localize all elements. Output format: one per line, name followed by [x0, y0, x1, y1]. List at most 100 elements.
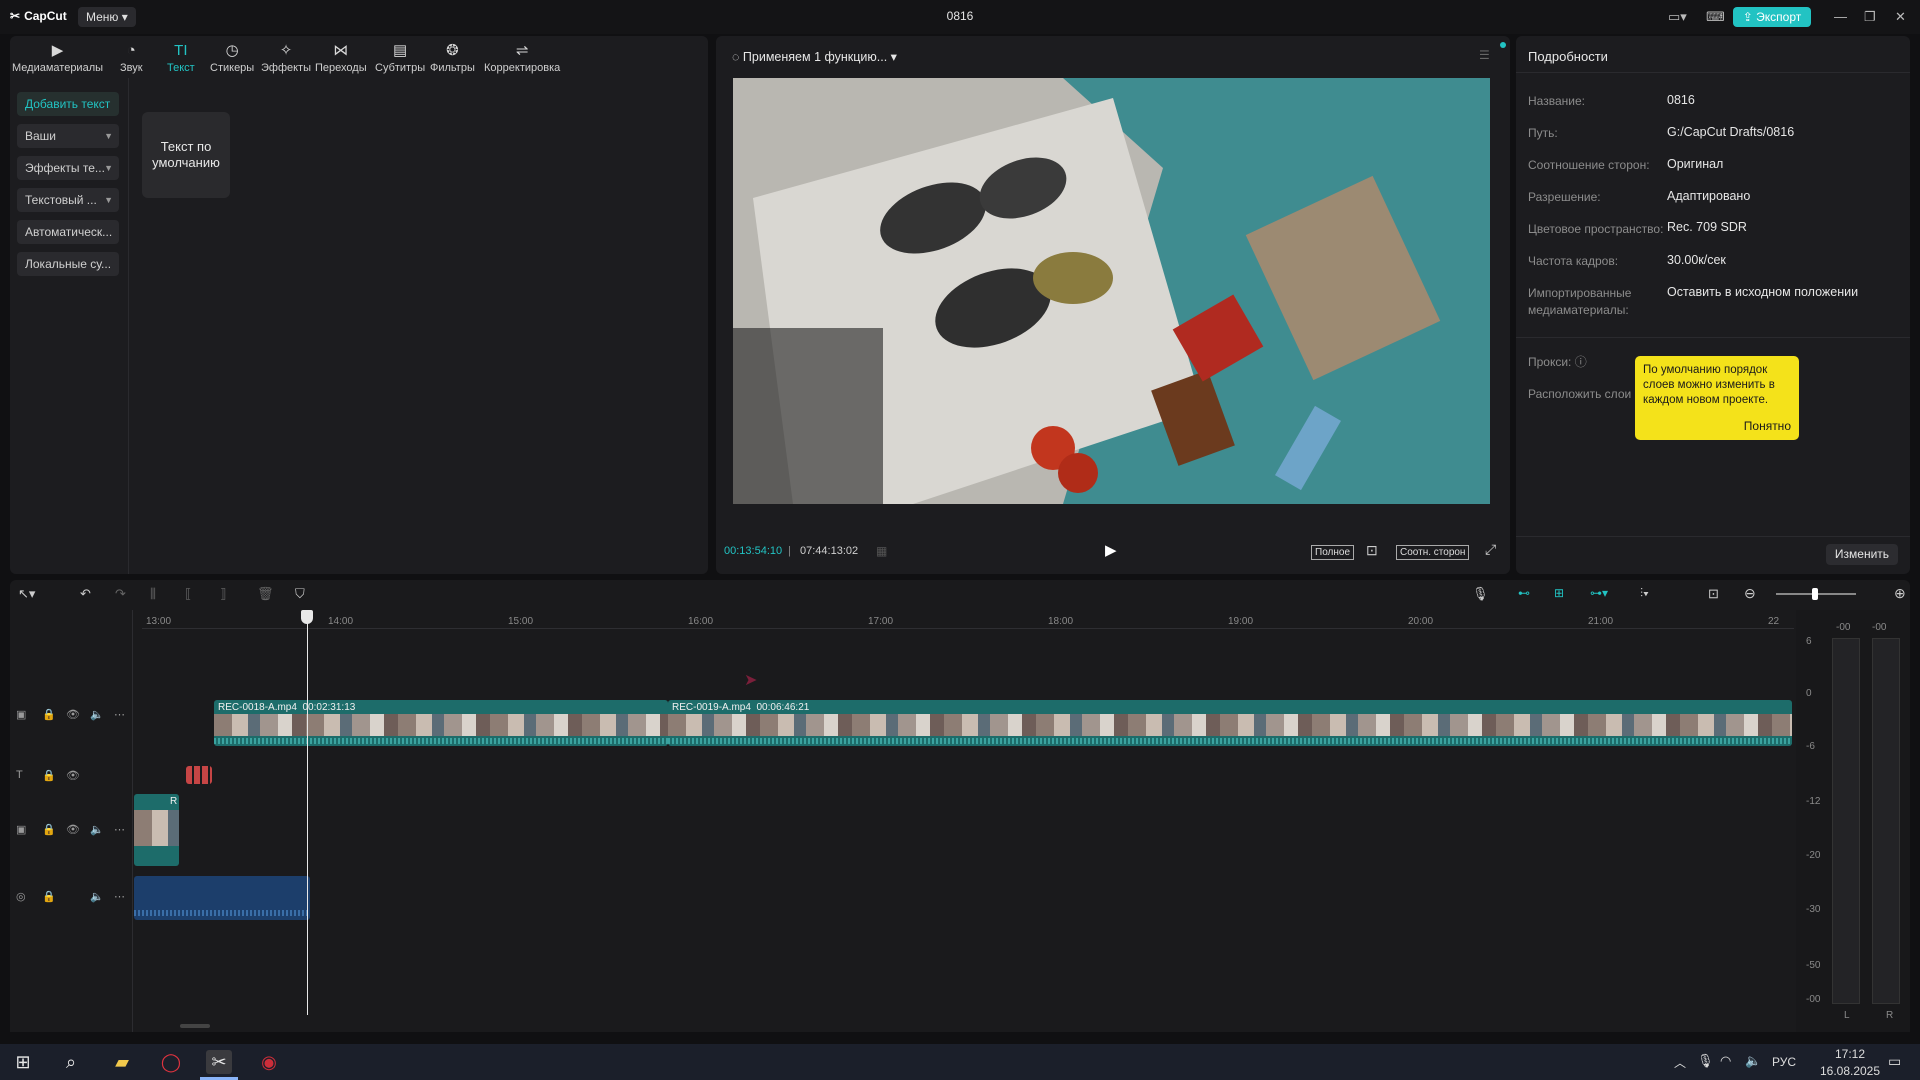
text-clip[interactable]: [186, 766, 212, 784]
overlay-clip[interactable]: R: [134, 794, 179, 866]
info-icon[interactable]: ⓘ: [1575, 355, 1587, 369]
windows-start-icon[interactable]: ⊞: [10, 1050, 36, 1074]
more-icon[interactable]: ⋯: [114, 890, 125, 903]
lock-icon[interactable]: 🔒: [42, 708, 56, 721]
video-clip[interactable]: REC-0019-A.mp4 00:06:46:21: [668, 700, 1792, 746]
tab-label: Эффекты: [261, 62, 312, 74]
tab-stickers[interactable]: ◷ Стикеры: [210, 42, 254, 74]
full-quality-button[interactable]: Полное: [1311, 545, 1355, 560]
vu-scale-label: -6: [1806, 741, 1815, 752]
timecode-grid-icon[interactable]: ▦: [876, 544, 887, 558]
playhead[interactable]: [307, 610, 308, 1015]
notifications-icon[interactable]: ▭: [1888, 1053, 1901, 1070]
detail-value: Rec. 709 SDR: [1667, 220, 1747, 234]
clip-duration: 00:02:31:13: [302, 702, 356, 713]
fit-timeline-icon[interactable]: ⊡: [1708, 586, 1719, 602]
main-track-magnet-icon[interactable]: ⊷: [1518, 586, 1530, 600]
clip-name: REC-0019-A.mp4: [672, 702, 751, 713]
clip-label: R: [170, 796, 178, 807]
sidebar-item-yours[interactable]: Ваши ▼: [17, 124, 119, 148]
speaker-icon[interactable]: 🔈: [90, 823, 104, 836]
video-clip[interactable]: REC-0018-A.mp4 00:02:31:13: [214, 700, 668, 746]
audio-clip[interactable]: [134, 876, 310, 920]
minimize-icon[interactable]: —: [1834, 9, 1847, 24]
processing-status[interactable]: ◌ Применяем 1 функцию... ▾: [732, 49, 897, 64]
current-time: 00:13:54:10: [724, 545, 783, 557]
tooltip-ok-button[interactable]: Понятно: [1744, 419, 1791, 434]
eye-icon[interactable]: 👁: [66, 769, 80, 782]
close-icon[interactable]: ✕: [1895, 9, 1906, 25]
cover-icon[interactable]: ▣: [16, 708, 26, 721]
sidebar-item-text-templates[interactable]: Текстовый ... ▼: [17, 188, 119, 212]
tab-audio[interactable]: ◔ Звук: [120, 42, 143, 74]
sidebar-item-auto-captions[interactable]: Автоматическ...: [17, 220, 119, 244]
microphone-icon[interactable]: 🎙: [1472, 586, 1489, 602]
tab-text[interactable]: TI Текст: [167, 42, 195, 74]
speaker-icon[interactable]: 🔈: [90, 890, 104, 903]
snapshot-icon[interactable]: ⊡: [1366, 542, 1378, 559]
default-text-card[interactable]: Текст по умолчанию: [142, 112, 230, 198]
tab-transitions[interactable]: ⋈ Переходы: [315, 42, 367, 74]
tray-chevron-icon[interactable]: ︿: [1674, 1054, 1686, 1071]
layout-icon[interactable]: ▭▾: [1668, 9, 1687, 25]
sidebar-item-add-text[interactable]: Добавить текст: [17, 92, 119, 116]
more-icon[interactable]: ⋯: [114, 708, 125, 721]
tab-media[interactable]: ▶ Медиаматериалы: [12, 42, 103, 74]
speaker-icon[interactable]: 🔈: [90, 708, 104, 721]
file-explorer-icon[interactable]: ▰: [109, 1050, 135, 1074]
capcut-icon[interactable]: ✂: [206, 1050, 232, 1074]
opera-icon[interactable]: ◯: [158, 1050, 184, 1074]
zoom-out-icon[interactable]: ⊖: [1744, 585, 1756, 602]
redo-icon[interactable]: ↷: [115, 586, 126, 602]
export-button[interactable]: ⇪ Экспорт: [1733, 7, 1811, 27]
fullscreen-icon[interactable]: ⤢: [1485, 541, 1496, 558]
split-left-icon[interactable]: ⟦: [185, 586, 191, 602]
linkage-icon[interactable]: ⊶▾: [1590, 586, 1608, 600]
tab-adjust[interactable]: ⇌ Корректировка: [484, 42, 560, 74]
ruler-label: 14:00: [328, 616, 354, 627]
detail-label: Импортированные медиаматериалы:: [1528, 286, 1632, 317]
sidebar-item-local-subtitles[interactable]: Локальные су...: [17, 252, 119, 276]
network-icon[interactable]: ◠: [1720, 1053, 1731, 1069]
lock-icon[interactable]: 🔒: [42, 823, 56, 836]
sidebar-item-text-effects[interactable]: Эффекты те... ▼: [17, 156, 119, 180]
clock[interactable]: 17:12 16.08.2025: [1818, 1047, 1882, 1078]
detail-label: Название:: [1528, 94, 1585, 108]
language-indicator[interactable]: РУС: [1772, 1055, 1796, 1069]
video-frame[interactable]: [733, 78, 1490, 504]
split-right-icon[interactable]: ⟧: [220, 586, 226, 602]
playhead-handle[interactable]: [301, 610, 313, 624]
preview-axis-icon[interactable]: ⫶▾: [1640, 586, 1649, 601]
tab-filters[interactable]: ❂ Фильтры: [430, 42, 475, 74]
obs-icon[interactable]: ◉: [256, 1050, 282, 1074]
maximize-icon[interactable]: ❐: [1864, 9, 1876, 25]
marker-icon[interactable]: ⛉: [295, 586, 305, 602]
eye-icon[interactable]: 👁: [66, 823, 80, 836]
aspect-ratio-button[interactable]: Соотн. сторон: [1396, 545, 1470, 560]
change-button[interactable]: Изменить: [1826, 544, 1898, 565]
detail-label: Соотношение сторон:: [1528, 158, 1650, 172]
undo-icon[interactable]: ↶: [80, 586, 91, 602]
delete-icon[interactable]: 🗑: [257, 586, 274, 602]
more-icon[interactable]: ⋯: [114, 823, 125, 836]
volume-icon[interactable]: 🔈: [1745, 1053, 1761, 1069]
auto-snap-icon[interactable]: ⊞: [1554, 586, 1564, 600]
search-icon[interactable]: ⌕: [58, 1050, 84, 1074]
shortcut-icon[interactable]: ⌨: [1706, 9, 1725, 25]
horizontal-scrollbar[interactable]: [180, 1024, 210, 1028]
eye-icon[interactable]: 👁: [66, 708, 80, 721]
tab-label: Текст: [167, 62, 195, 74]
play-icon[interactable]: ▶: [1105, 541, 1117, 559]
tab-effects[interactable]: ✧ Эффекты: [261, 42, 311, 74]
zoom-in-icon[interactable]: ⊕: [1894, 585, 1906, 602]
menu-icon[interactable]: ☰: [1479, 48, 1490, 62]
split-icon[interactable]: ⫼: [150, 586, 156, 602]
text-track-icon: T: [16, 769, 23, 781]
lock-icon[interactable]: 🔒: [42, 890, 56, 903]
divider: [132, 610, 133, 1032]
microphone-tray-icon[interactable]: 🎙: [1697, 1053, 1714, 1069]
select-tool-icon[interactable]: ↖▾: [18, 586, 35, 602]
tab-subtitles[interactable]: ▤ Субтитры: [375, 42, 425, 74]
zoom-slider-handle[interactable]: [1812, 588, 1818, 600]
lock-icon[interactable]: 🔒: [42, 769, 56, 782]
